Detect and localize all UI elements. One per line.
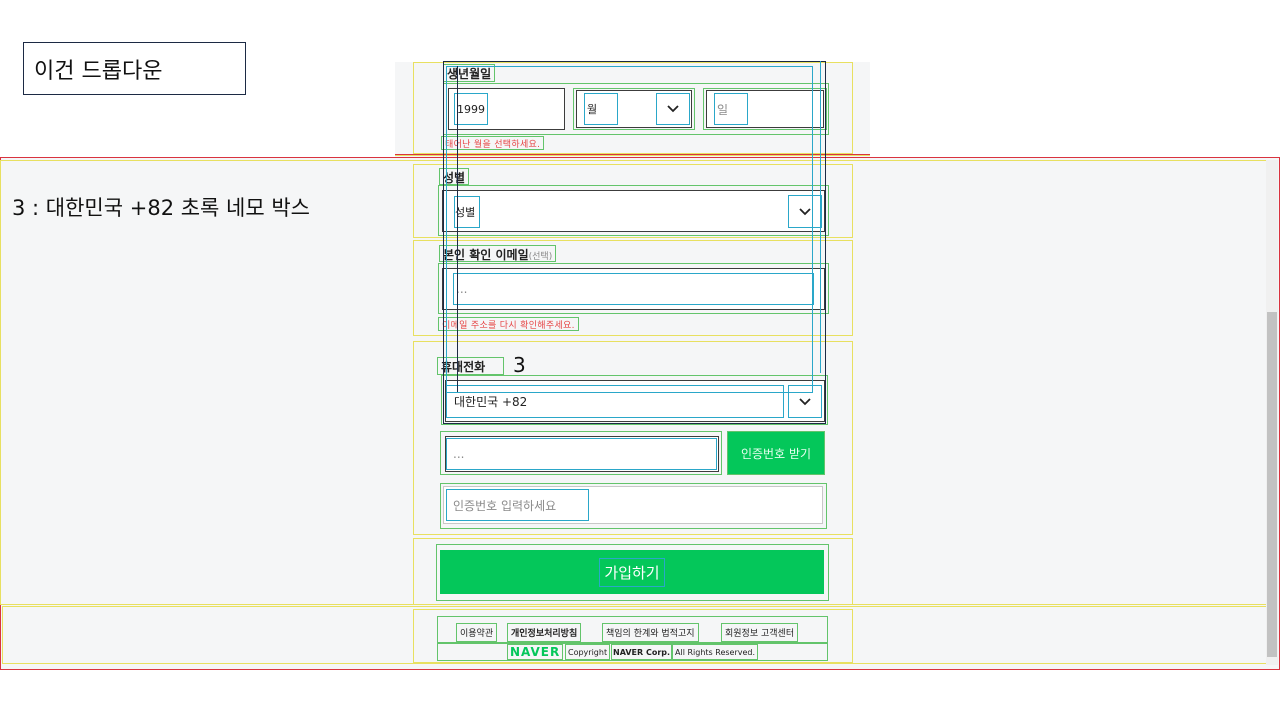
annotation-right-rule (820, 61, 821, 373)
footer-link-terms[interactable]: 이용약관 (456, 623, 498, 642)
submit-button-label: 가입하기 (599, 557, 665, 587)
footer-link-legal[interactable]: 책임의 한계와 법적고지 (602, 623, 699, 642)
code-placeholder: 인증번호 입력하세요 (446, 489, 589, 521)
send-code-button-label: 인증번호 받기 (740, 446, 812, 461)
footer-copyright-text: Copyright (565, 644, 611, 660)
submit-button[interactable]: 가입하기 (440, 550, 824, 594)
footer-rights-text: All Rights Reserved. (672, 644, 759, 660)
naver-logo[interactable]: NAVER (507, 644, 564, 660)
scrollbar-thumb[interactable] (1267, 312, 1277, 657)
footer-link-privacy[interactable]: 개인정보처리방침 (507, 623, 582, 642)
footer-link-help-center[interactable]: 회원정보 고객센터 (721, 623, 799, 642)
annotation-inner-frame (446, 66, 813, 393)
dropdown-annotation-text: 이건 드롭다운 (34, 58, 163, 84)
annotation-left-rule (457, 66, 458, 392)
phone-number-placeholder: ... (446, 438, 717, 470)
green-box-annotation: 3 : 대한민국 +82 초록 네모 박스 (12, 196, 311, 220)
footer-corp-text: NAVER Corp. (611, 644, 673, 660)
send-code-button[interactable]: 인증번호 받기 (727, 431, 825, 475)
dropdown-annotation-box: 이건 드롭다운 (23, 42, 246, 95)
